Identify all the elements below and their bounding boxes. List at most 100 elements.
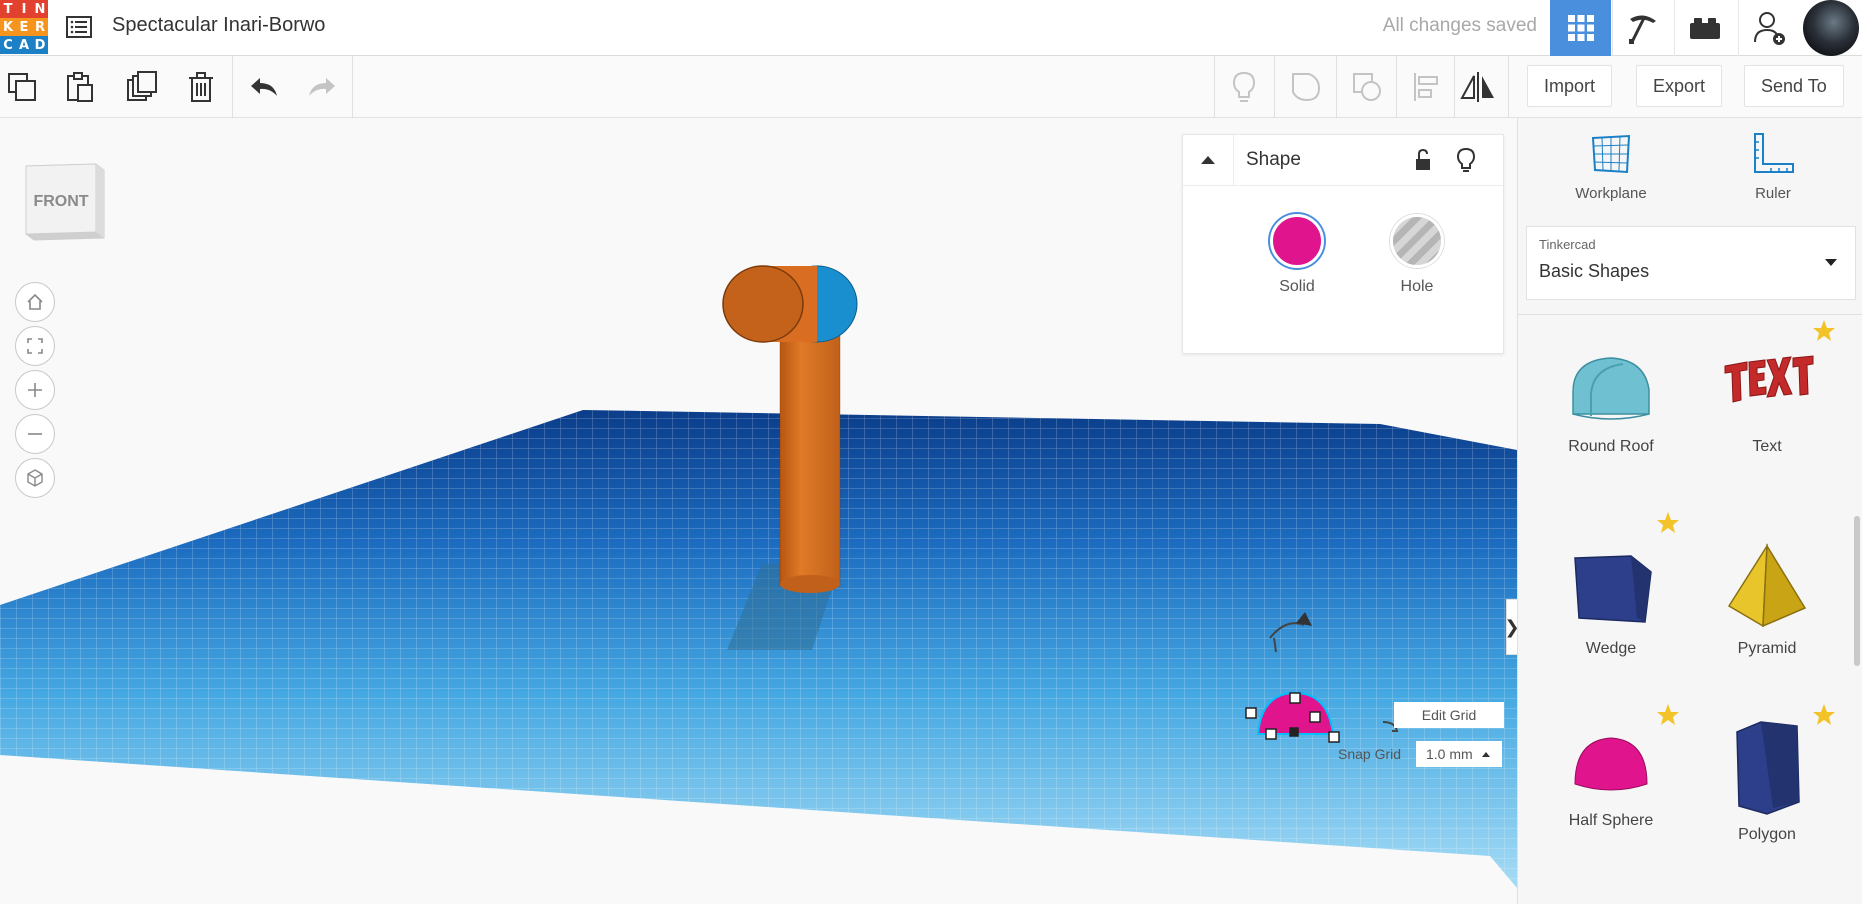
design-list-button[interactable] (64, 12, 94, 42)
inspector-title: Shape (1246, 149, 1301, 170)
hole-label: Hole (1400, 278, 1434, 295)
zoom-in-button[interactable] (15, 370, 55, 410)
logo-letter: K (0, 18, 16, 36)
library-scrollbar[interactable] (1854, 516, 1860, 666)
unlock-icon (1416, 148, 1430, 170)
delete-button[interactable] (179, 66, 223, 108)
shape-label: Text (1752, 438, 1782, 455)
logo-letter: I (16, 0, 32, 18)
shape-round-roof[interactable]: Round Roof (1536, 350, 1686, 510)
shape-half-sphere[interactable]: Half Sphere (1536, 724, 1686, 884)
solid-swatch[interactable] (1270, 214, 1324, 268)
design-title[interactable]: Spectacular Inari-Borwo (112, 14, 325, 37)
brick-icon (1690, 18, 1720, 39)
shape-label: Round Roof (1568, 438, 1654, 455)
fit-icon (27, 338, 43, 354)
undo-icon (251, 78, 277, 96)
logo-letter: R (32, 18, 48, 36)
top-header: TINKERCAD Spectacular Inari-Borwo All ch… (0, 0, 1862, 56)
logo-letter: E (16, 18, 32, 36)
orange-cylinder-face (722, 265, 804, 343)
snap-grid-select[interactable]: 1.0 mm (1416, 741, 1502, 767)
shape-label: Wedge (1585, 640, 1637, 657)
polygon-icon (1736, 721, 1800, 815)
edit-grid-button[interactable]: Edit Grid (1394, 702, 1504, 728)
save-status: All changes saved (1382, 15, 1537, 36)
copy-icon (8, 73, 36, 101)
ortho-view-button[interactable] (15, 458, 55, 498)
lock-button[interactable] (1413, 148, 1433, 177)
shape-label: Pyramid (1737, 640, 1797, 657)
ortho-icon (27, 469, 43, 487)
user-avatar[interactable] (1803, 0, 1859, 56)
edit-toolbar: Import Export Send To (0, 56, 1862, 118)
logo-letter: N (32, 0, 48, 18)
solid-option[interactable]: Solid (1257, 214, 1337, 296)
invite-button[interactable] (1738, 0, 1800, 56)
paste-icon (67, 72, 93, 102)
tinkercad-logo[interactable]: TINKERCAD (0, 0, 48, 54)
inspector-collapse-button[interactable] (1183, 135, 1234, 185)
hole-option[interactable]: Hole (1377, 214, 1457, 296)
favorite-star-icon[interactable] (1655, 702, 1681, 733)
caret-down-icon (1825, 259, 1837, 266)
text-shape-icon (1724, 355, 1814, 403)
view-cube[interactable]: FRONT (24, 160, 106, 242)
import-button[interactable]: Import (1527, 65, 1613, 107)
shape-polygon[interactable]: Polygon (1692, 718, 1842, 878)
shape-text[interactable]: Text (1692, 350, 1842, 510)
pyramid-icon (1727, 543, 1807, 628)
light-button[interactable] (1214, 66, 1274, 108)
ungroup-icon (1353, 73, 1381, 101)
list-icon (66, 16, 92, 38)
zoom-in-icon (28, 383, 42, 397)
mirror-icon (1460, 72, 1494, 102)
ruler-tool[interactable]: Ruler (1718, 132, 1828, 202)
library-collapse-tab[interactable]: ❯ (1504, 599, 1517, 655)
copy-button[interactable] (0, 66, 44, 108)
tab-3d-design[interactable] (1550, 0, 1611, 56)
align-button[interactable] (1398, 66, 1454, 108)
library-category-select[interactable]: Tinkercad Basic Shapes (1526, 226, 1856, 300)
fit-view-button[interactable] (15, 326, 55, 366)
shape-label: Half Sphere (1568, 812, 1654, 829)
export-button[interactable]: Export (1636, 65, 1723, 107)
home-view-button[interactable] (15, 282, 55, 322)
send-to-button[interactable]: Send To (1744, 65, 1844, 107)
light-icon (1232, 71, 1256, 102)
undo-button[interactable] (242, 66, 286, 108)
workplane-tool[interactable]: Workplane (1556, 132, 1666, 202)
library-category: Basic Shapes (1539, 261, 1650, 281)
orange-cylinder-vertical (779, 329, 841, 587)
tab-bricks[interactable] (1674, 0, 1735, 56)
shape-pyramid[interactable]: Pyramid (1692, 542, 1842, 702)
favorite-star-icon[interactable] (1811, 702, 1837, 733)
user-add-icon (1753, 12, 1785, 45)
shape-wedge[interactable]: Wedge (1536, 542, 1686, 702)
redo-button[interactable] (300, 66, 344, 108)
pickaxe-icon (1629, 15, 1656, 44)
grid-icon (1567, 15, 1594, 41)
duplicate-button[interactable] (120, 66, 164, 108)
zoom-out-icon (28, 433, 42, 435)
paste-button[interactable] (58, 66, 102, 108)
workplane-icon (1591, 134, 1631, 174)
logo-letter: D (32, 36, 48, 54)
group-button[interactable] (1276, 66, 1336, 108)
mirror-button[interactable] (1456, 66, 1500, 108)
hide-button[interactable] (1455, 147, 1477, 178)
ungroup-button[interactable] (1338, 66, 1396, 108)
shape-library-panel: Workplane Ruler Tinkercad Basic Shapes R… (1517, 118, 1862, 904)
tab-codeblocks[interactable] (1612, 0, 1673, 56)
workplane-label: Workplane (1575, 185, 1647, 202)
favorite-star-icon[interactable] (1811, 318, 1837, 349)
hole-swatch[interactable] (1390, 214, 1444, 268)
delete-icon (189, 72, 213, 102)
zoom-out-button[interactable] (15, 414, 55, 454)
design-viewport[interactable]: FRONT Shape Solid Hole (0, 118, 1517, 904)
light-icon (1456, 147, 1476, 172)
half-sphere-icon (1574, 737, 1648, 791)
favorite-star-icon[interactable] (1655, 510, 1681, 541)
wedge-icon (1574, 555, 1652, 623)
solid-label: Solid (1279, 278, 1315, 295)
